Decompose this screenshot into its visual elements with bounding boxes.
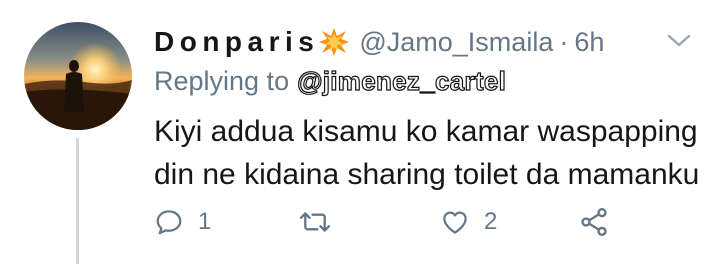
display-name[interactable]: Donparis	[154, 26, 319, 58]
reply-icon	[156, 210, 182, 235]
heart-icon	[443, 211, 467, 234]
avatar[interactable]	[24, 22, 132, 130]
avatar-image	[24, 22, 132, 130]
separator-dot: ·	[559, 26, 569, 57]
like-count: 2	[484, 208, 498, 235]
replying-prefix: Replying to	[154, 66, 290, 96]
chevron-down-icon[interactable]	[666, 30, 692, 50]
replying-to: Replying to @jimenez_cartel	[154, 65, 506, 97]
retweet-button[interactable]	[298, 204, 346, 240]
tweet-actions: 1 2	[154, 204, 714, 240]
share-icon	[581, 208, 607, 236]
user-handle[interactable]: @Jamo_Ismaila	[359, 27, 553, 58]
retweet-icon	[299, 212, 331, 232]
thread-line	[76, 138, 79, 264]
share-button[interactable]	[578, 204, 610, 240]
tweet-text-line: din ne kidaina sharing toilet da mamanku	[154, 158, 700, 191]
tweet-header: Donparis @Jamo_Ismaila · 6h	[154, 24, 604, 60]
collision-icon	[319, 28, 350, 56]
like-button[interactable]: 2	[440, 204, 497, 240]
replying-mention-link[interactable]: @jimenez_cartel	[296, 65, 506, 97]
tweet-text-line: Kiyi addua kisamu ko kamar waspapping	[154, 115, 698, 148]
reply-button[interactable]: 1	[154, 204, 211, 240]
reply-count: 1	[198, 208, 212, 235]
timestamp[interactable]: 6h	[574, 27, 604, 58]
tweet-text: Kiyi addua kisamu ko kamar waspapping di…	[154, 110, 714, 196]
